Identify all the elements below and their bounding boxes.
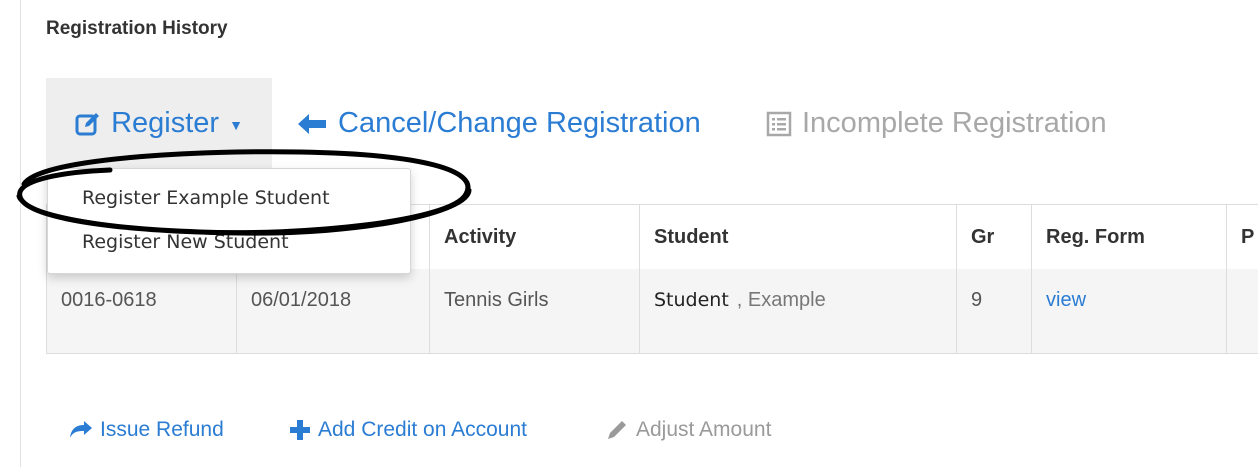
column-header-truncated: P bbox=[1241, 225, 1255, 248]
column-header-grade: Gr bbox=[957, 205, 1032, 269]
issue-refund-link[interactable]: Issue Refund bbox=[70, 418, 224, 442]
adjust-amount-link[interactable]: Adjust Amount bbox=[606, 418, 771, 442]
view-reg-form-link[interactable]: view bbox=[1046, 289, 1086, 312]
section-title: Registration History bbox=[46, 18, 228, 39]
share-arrow-icon bbox=[70, 421, 92, 438]
activity-cell: Tennis Girls bbox=[430, 269, 640, 353]
plus-icon bbox=[290, 420, 310, 440]
pencil-icon bbox=[608, 421, 626, 439]
incomplete-label: Incomplete Registration bbox=[802, 106, 1107, 139]
incomplete-registration-tab[interactable]: Incomplete Registration bbox=[766, 78, 1107, 168]
left-border bbox=[20, 0, 21, 467]
register-dropdown-menu: Register Example Student Register New St… bbox=[47, 168, 411, 274]
edit-icon bbox=[75, 107, 101, 140]
grade-cell: 9 bbox=[957, 269, 1032, 353]
column-header-activity: Activity bbox=[430, 205, 640, 269]
registration-date-cell: 06/01/2018 bbox=[237, 269, 430, 353]
add-credit-label: Add Credit on Account bbox=[318, 418, 527, 441]
register-dropdown-toggle[interactable]: Register ▼ bbox=[46, 78, 272, 168]
add-credit-link[interactable]: Add Credit on Account bbox=[290, 418, 527, 442]
register-new-student-item[interactable]: Register New Student bbox=[48, 231, 410, 253]
student-first-name: Student bbox=[654, 289, 729, 311]
student-last-name: , Example bbox=[736, 289, 826, 311]
column-header-reg-form: Reg. Form bbox=[1032, 205, 1227, 269]
truncated-cell bbox=[1227, 269, 1258, 353]
cancel-label: Cancel/Change Registration bbox=[338, 106, 701, 139]
student-cell: Student , Example bbox=[640, 269, 957, 353]
adjust-amount-label: Adjust Amount bbox=[636, 418, 772, 441]
table-row: 0016-0618 06/01/2018 Tennis Girls Studen… bbox=[47, 269, 1258, 353]
caret-down-icon: ▼ bbox=[229, 117, 243, 133]
registration-id-cell: 0016-0618 bbox=[47, 269, 237, 353]
register-label: Register bbox=[111, 106, 220, 139]
register-example-student-item[interactable]: Register Example Student bbox=[48, 187, 410, 209]
reg-form-cell: view bbox=[1032, 269, 1227, 353]
arrow-left-icon bbox=[298, 107, 326, 140]
issue-refund-label: Issue Refund bbox=[100, 418, 224, 441]
column-header-student: Student bbox=[640, 205, 957, 269]
cancel-change-registration-tab[interactable]: Cancel/Change Registration bbox=[298, 78, 701, 168]
list-icon bbox=[766, 107, 792, 140]
